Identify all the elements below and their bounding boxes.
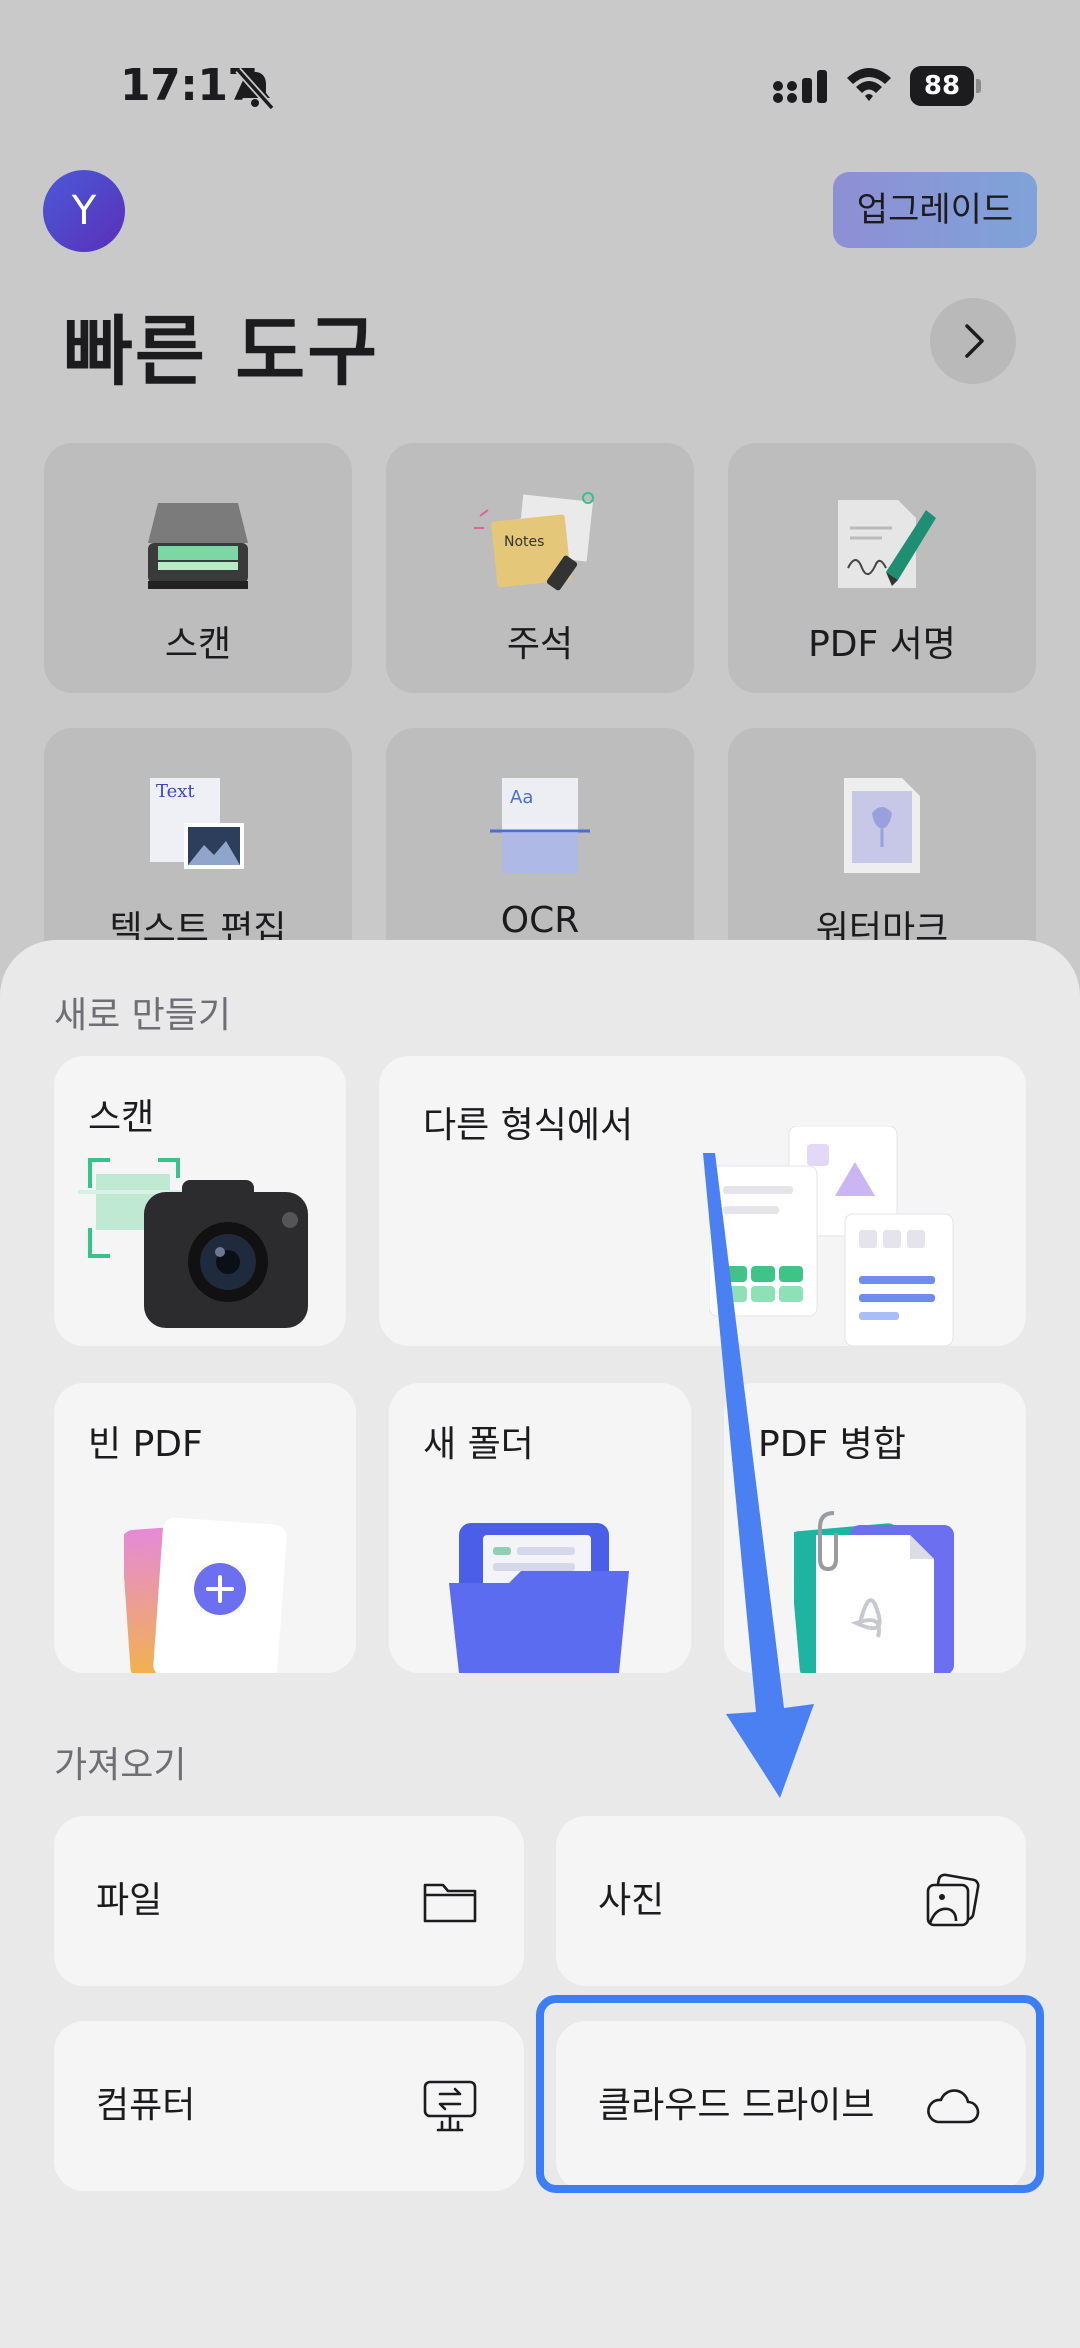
signature-pen-icon [838, 500, 936, 588]
merge-pdf-label: PDF 병합 [758, 1424, 906, 1465]
documents-illustration [709, 1126, 954, 1346]
scanner-icon [148, 503, 248, 589]
more-tools-button[interactable] [930, 298, 1016, 384]
create-blank-pdf-card[interactable]: 빈 PDF [54, 1383, 356, 1673]
tool-pdf-sign[interactable]: PDF 서명 [728, 443, 1036, 693]
tool-label: OCR [500, 900, 580, 941]
battery-level: 88 [910, 66, 974, 106]
tool-label: 주석 [506, 624, 574, 665]
import-photo-button[interactable]: 사진 [556, 1816, 1026, 1986]
tool-label: PDF 서명 [808, 624, 956, 665]
new-folder-label: 새 폴더 [423, 1424, 534, 1465]
tool-scan[interactable]: 스캔 [44, 443, 352, 693]
import-photo-label: 사진 [598, 1880, 665, 1921]
cloud-drive-highlight [536, 1995, 1044, 2193]
computer-transfer-icon [423, 2080, 477, 2132]
ocr-scan-icon: Aa [490, 778, 590, 873]
camera-icon [78, 1158, 308, 1328]
tool-annotate[interactable]: Notes 주석 [386, 443, 694, 693]
merge-pdf-icon [794, 1511, 954, 1673]
from-format-label: 다른 형식에서 [423, 1105, 634, 1146]
ocr-icon-text: Aa [510, 787, 533, 808]
notes-highlighter-icon: Notes [474, 492, 594, 591]
import-file-button[interactable]: 파일 [54, 1816, 524, 1986]
create-from-format-card[interactable]: 다른 형식에서 [379, 1056, 1026, 1346]
import-section-title: 가져오기 [54, 1745, 187, 1786]
import-computer-label: 컴퓨터 [96, 2085, 196, 2126]
cellular-signal-icon [773, 70, 827, 103]
create-merge-pdf-card[interactable]: PDF 병합 [724, 1383, 1026, 1673]
folder-icon [423, 1883, 477, 1923]
avatar[interactable]: Y [43, 170, 125, 252]
import-file-label: 파일 [96, 1880, 163, 1921]
battery-tip [976, 79, 981, 93]
battery-indicator: 88 [910, 66, 982, 106]
folder-icon [449, 1523, 629, 1673]
upgrade-button[interactable]: 업그레이드 [833, 172, 1037, 248]
page-title: 빠른 도구 [63, 307, 380, 396]
create-new-folder-card[interactable]: 새 폴더 [389, 1383, 691, 1673]
blank-pdf-label: 빈 PDF [88, 1424, 203, 1465]
scan-card-label: 스캔 [88, 1097, 155, 1138]
status-bar: 17:17 88 [0, 0, 1080, 170]
blank-pdf-add-icon [124, 1517, 287, 1673]
text-image-icon: Text [150, 778, 244, 869]
create-scan-card[interactable]: 스캔 [54, 1056, 346, 1346]
watermark-icon [844, 778, 920, 873]
chevron-right-icon [965, 324, 984, 358]
photo-icon [926, 1873, 980, 1927]
notes-text: Notes [504, 534, 544, 550]
tool-label: 스캔 [164, 624, 232, 665]
text-icon-word: Text [156, 781, 195, 802]
create-section-title: 새로 만들기 [54, 995, 232, 1036]
wifi-icon [847, 68, 891, 101]
import-computer-button[interactable]: 컴퓨터 [54, 2021, 524, 2191]
silent-bell-icon [235, 67, 275, 111]
